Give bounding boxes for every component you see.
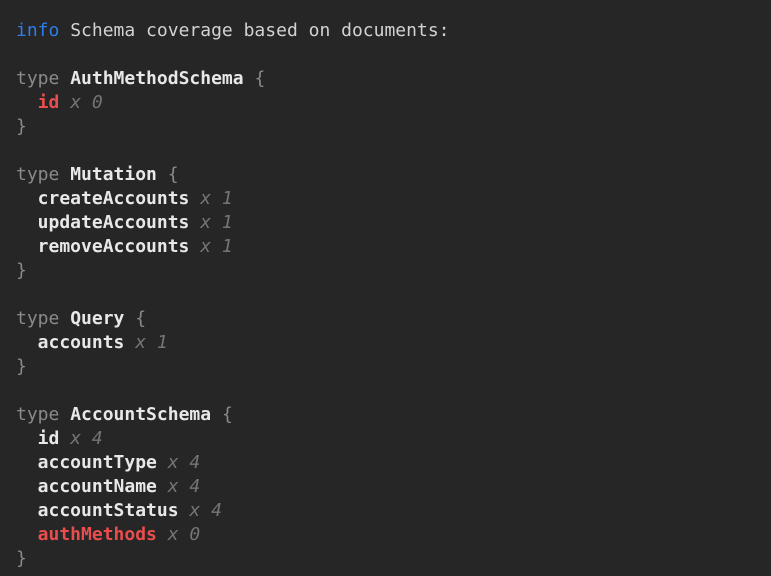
- field-usage-count: x 1: [200, 188, 233, 209]
- field-coverage-line: accounts x 1: [16, 331, 755, 355]
- field-usage-count: x 1: [200, 212, 233, 233]
- type-keyword: type: [16, 308, 59, 329]
- info-label: info: [16, 20, 59, 41]
- blank-line: [16, 43, 755, 67]
- field-usage-count: x 0: [70, 92, 103, 113]
- field-usage-count: x 4: [70, 428, 103, 449]
- block-close-line: }: [16, 259, 755, 283]
- open-brace: {: [168, 164, 179, 185]
- close-brace: }: [16, 548, 27, 569]
- field-name: accountName: [38, 476, 157, 497]
- close-brace: }: [16, 116, 27, 137]
- field-name: accountStatus: [38, 500, 179, 521]
- block-close-line: }: [16, 355, 755, 379]
- field-usage-count: x 4: [168, 452, 201, 473]
- field-coverage-line: updateAccounts x 1: [16, 211, 755, 235]
- field-usage-count: x 0: [168, 524, 201, 545]
- type-declaration-line: type Mutation {: [16, 163, 755, 187]
- type-name: AccountSchema: [70, 404, 211, 425]
- coverage-header-text: Schema coverage based on documents:: [70, 20, 449, 41]
- open-brace: {: [222, 404, 233, 425]
- block-close-line: }: [16, 547, 755, 571]
- field-coverage-line: authMethods x 0: [16, 523, 755, 547]
- field-name: id: [38, 428, 60, 449]
- type-declaration-line: type Query {: [16, 307, 755, 331]
- field-coverage-line: removeAccounts x 1: [16, 235, 755, 259]
- type-keyword: type: [16, 68, 59, 89]
- field-name: removeAccounts: [38, 236, 190, 257]
- field-coverage-line: id x 0: [16, 91, 755, 115]
- blank-line: [16, 139, 755, 163]
- type-declaration-line: type AuthMethodSchema {: [16, 67, 755, 91]
- type-name: AuthMethodSchema: [70, 68, 243, 89]
- open-brace: {: [135, 308, 146, 329]
- field-usage-count: x 4: [189, 500, 222, 521]
- field-name: authMethods: [38, 524, 157, 545]
- block-close-line: }: [16, 115, 755, 139]
- field-usage-count: x 4: [168, 476, 201, 497]
- field-name: accountType: [38, 452, 157, 473]
- type-declaration-line: type AccountSchema {: [16, 403, 755, 427]
- open-brace: {: [254, 68, 265, 89]
- field-name: accounts: [38, 332, 125, 353]
- field-coverage-line: accountName x 4: [16, 475, 755, 499]
- field-usage-count: x 1: [200, 236, 233, 257]
- field-name: createAccounts: [38, 188, 190, 209]
- type-name: Query: [70, 308, 124, 329]
- field-coverage-line: accountType x 4: [16, 451, 755, 475]
- field-name: updateAccounts: [38, 212, 190, 233]
- field-coverage-line: createAccounts x 1: [16, 187, 755, 211]
- type-keyword: type: [16, 404, 59, 425]
- type-keyword: type: [16, 164, 59, 185]
- type-name: Mutation: [70, 164, 157, 185]
- info-line: info Schema coverage based on documents:: [16, 19, 755, 43]
- close-brace: }: [16, 356, 27, 377]
- field-coverage-line: id x 4: [16, 427, 755, 451]
- field-name: id: [38, 92, 60, 113]
- field-coverage-line: accountStatus x 4: [16, 499, 755, 523]
- terminal-output: info Schema coverage based on documents:…: [0, 0, 771, 576]
- close-brace: }: [16, 260, 27, 281]
- blank-line: [16, 379, 755, 403]
- field-usage-count: x 1: [135, 332, 168, 353]
- blank-line: [16, 283, 755, 307]
